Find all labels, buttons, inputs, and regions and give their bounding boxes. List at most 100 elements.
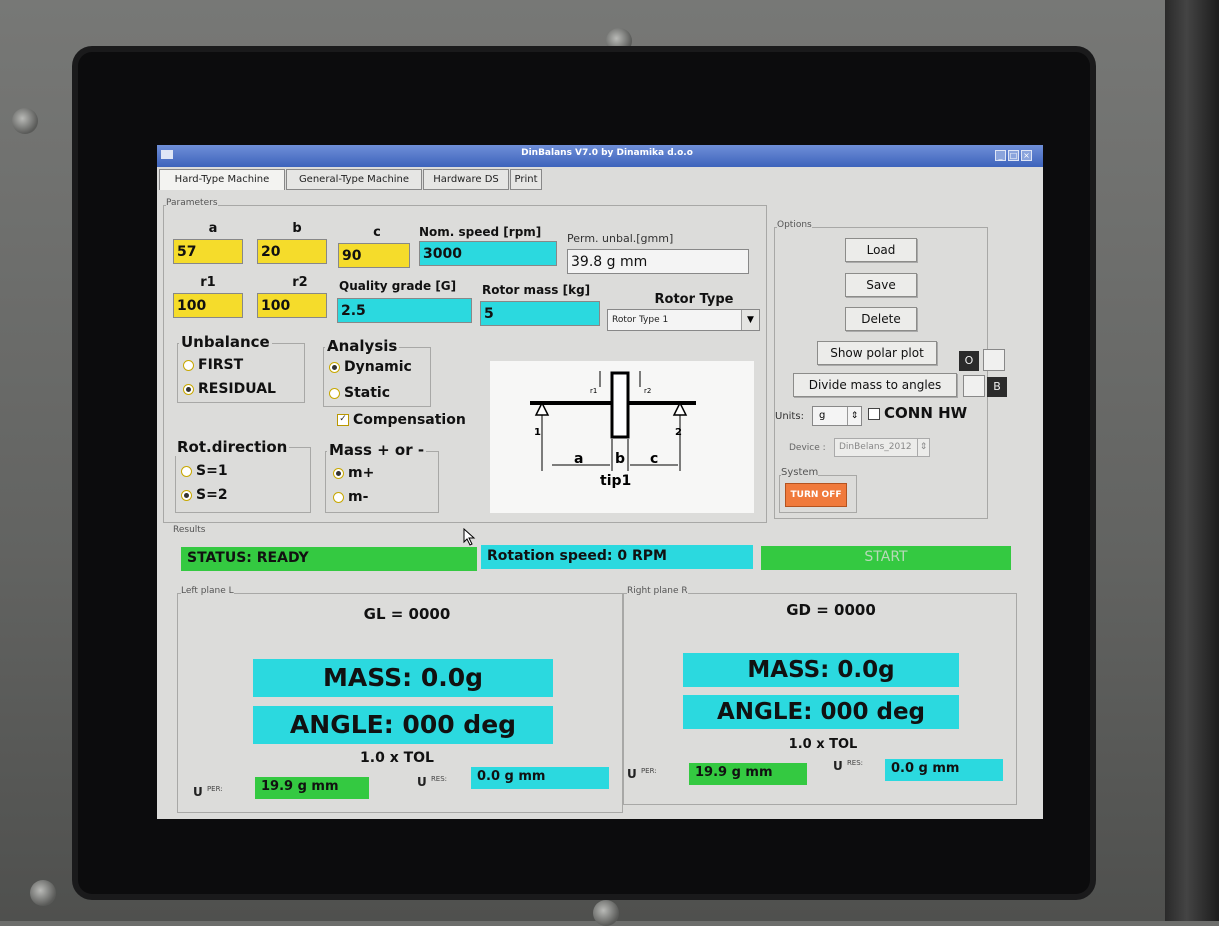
rotor-type-label: Rotor Type	[654, 292, 734, 307]
r1-field[interactable]: 100	[173, 293, 243, 318]
turn-off-button[interactable]: TURN OFF	[785, 483, 847, 507]
device-label: Device :	[789, 443, 826, 453]
left-mass-display: MASS: 0.0g	[253, 659, 553, 697]
diagram-b: b	[615, 451, 625, 467]
nom-speed-field[interactable]: 3000	[419, 241, 557, 266]
diagram-point-1: 1	[534, 427, 541, 438]
right-plane-label: Right plane R	[627, 586, 688, 596]
compensation-checkbox[interactable]: ✓ Compensation	[337, 412, 466, 428]
machine-frame	[1165, 0, 1219, 921]
right-u-per-label: U PER:	[627, 767, 657, 781]
compensation-label: Compensation	[353, 412, 466, 428]
delete-button[interactable]: Delete	[845, 307, 917, 331]
diagram-point-2: 2	[675, 427, 682, 438]
b-toggle[interactable]: B	[987, 377, 1007, 397]
right-g-value: GD = 0000	[786, 601, 876, 619]
conn-hw-checkbox[interactable]: CONN HW	[868, 404, 967, 422]
spinner-icon[interactable]: ⇕	[917, 439, 929, 456]
right-u-per-value: 19.9 g mm	[689, 763, 807, 785]
screw-icon	[30, 880, 56, 906]
right-angle-display: ANGLE: 000 deg	[683, 695, 959, 729]
save-button[interactable]: Save	[845, 273, 917, 297]
unbalance-label: Unbalance	[179, 333, 272, 351]
rot-direction-group	[175, 447, 311, 513]
left-u-res-value: 0.0 g mm	[471, 767, 609, 789]
application-window: DinBalans V7.0 by Dinamika d.o.o _ □ × H…	[157, 145, 1043, 819]
units-label: Units:	[775, 411, 804, 422]
results-label: Results	[173, 525, 206, 535]
rot-direction-s2-radio[interactable]: S=2	[181, 487, 228, 503]
title-bar: DinBalans V7.0 by Dinamika d.o.o _ □ ×	[157, 145, 1043, 167]
device-select[interactable]: DinBelans_2012 ⇕	[834, 438, 930, 457]
left-plane-label: Left plane L	[181, 586, 234, 596]
load-button[interactable]: Load	[845, 238, 917, 262]
mass-sign-label: Mass + or -	[327, 441, 427, 459]
spinner-icon[interactable]: ⇕	[847, 407, 861, 425]
rotor-diagram: r1 r2 1 2 a b c tip1	[490, 361, 754, 513]
left-u-per-value: 19.9 g mm	[255, 777, 369, 799]
r2-field[interactable]: 100	[257, 293, 327, 318]
rotation-speed-display: Rotation speed: 0 RPM	[481, 545, 753, 569]
screw-icon	[12, 108, 38, 134]
analysis-dynamic-label: Dynamic	[344, 359, 412, 375]
parameters-label: Parameters	[166, 198, 218, 208]
right-u-res-value: 0.0 g mm	[885, 759, 1003, 781]
unbalance-residual-radio[interactable]: RESIDUAL	[183, 381, 276, 397]
rotor-diagram-drawing: r1 r2 1 2 a b c tip1	[530, 371, 696, 489]
a-label: a	[208, 221, 218, 236]
start-button[interactable]: START	[761, 546, 1011, 570]
rot-direction-s1-radio[interactable]: S=1	[181, 463, 228, 479]
tab-hardware-ds[interactable]: Hardware DS	[423, 169, 509, 190]
show-polar-plot-button[interactable]: Show polar plot	[817, 341, 937, 365]
rotor-type-select[interactable]: Rotor Type 1 ▼	[607, 309, 760, 331]
quality-grade-field[interactable]: 2.5	[337, 298, 472, 323]
tab-print[interactable]: Print	[510, 169, 542, 190]
units-value: g	[819, 410, 826, 421]
quality-grade-label: Quality grade [G]	[339, 279, 457, 293]
window-menu-icon[interactable]	[161, 150, 173, 159]
right-tol: 1.0 x TOL	[788, 737, 858, 752]
a-field[interactable]: 57	[173, 239, 243, 264]
diagram-c: c	[650, 451, 658, 467]
mass-minus-radio[interactable]: m-	[333, 489, 368, 505]
rot-direction-s1-label: S=1	[196, 463, 228, 479]
checkmark-icon: ✓	[337, 414, 349, 426]
r2-label: r2	[292, 275, 308, 290]
minimize-icon[interactable]: _	[995, 150, 1006, 161]
c-label: c	[373, 225, 381, 240]
left-g-value: GL = 0000	[363, 605, 451, 623]
mass-plus-radio[interactable]: m+	[333, 465, 374, 481]
analysis-static-label: Static	[344, 385, 391, 401]
analysis-static-radio[interactable]: Static	[329, 385, 390, 401]
perm-unbal-field[interactable]: 39.8 g mm	[567, 249, 749, 274]
divide-mass-button[interactable]: Divide mass to angles	[793, 373, 957, 397]
unbalance-residual-label: RESIDUAL	[198, 381, 276, 397]
left-tol: 1.0 x TOL	[360, 750, 434, 766]
tab-hard-type-machine[interactable]: Hard-Type Machine	[159, 169, 285, 190]
diagram-a: a	[574, 451, 583, 467]
unbalance-first-radio[interactable]: FIRST	[183, 357, 243, 373]
chevron-down-icon[interactable]: ▼	[741, 310, 759, 330]
diagram-r1: r1	[590, 387, 597, 395]
b-field[interactable]: 20	[257, 239, 327, 264]
left-u-res-label: U RES:	[417, 775, 448, 789]
screw-icon	[606, 28, 632, 54]
rot-direction-label: Rot.direction	[175, 438, 290, 456]
left-angle-display: ANGLE: 000 deg	[253, 706, 553, 744]
system-label: System	[781, 467, 819, 478]
diagram-r2: r2	[644, 387, 651, 395]
right-u-res-label: U RES:	[833, 759, 864, 773]
b-indicator	[963, 375, 985, 397]
maximize-icon[interactable]: □	[1008, 150, 1019, 161]
units-select[interactable]: g ⇕	[812, 406, 862, 426]
c-field[interactable]: 90	[338, 243, 410, 268]
screw-icon	[593, 900, 619, 926]
analysis-dynamic-radio[interactable]: Dynamic	[329, 359, 412, 375]
mass-plus-label: m+	[348, 465, 375, 481]
close-icon[interactable]: ×	[1021, 150, 1032, 161]
tab-general-type-machine[interactable]: General-Type Machine	[286, 169, 422, 190]
o-toggle[interactable]: O	[959, 351, 979, 371]
perm-unbal-label: Perm. unbal.[gmm]	[567, 232, 674, 245]
unbalance-first-label: FIRST	[198, 357, 244, 373]
rotor-mass-field[interactable]: 5	[480, 301, 600, 326]
